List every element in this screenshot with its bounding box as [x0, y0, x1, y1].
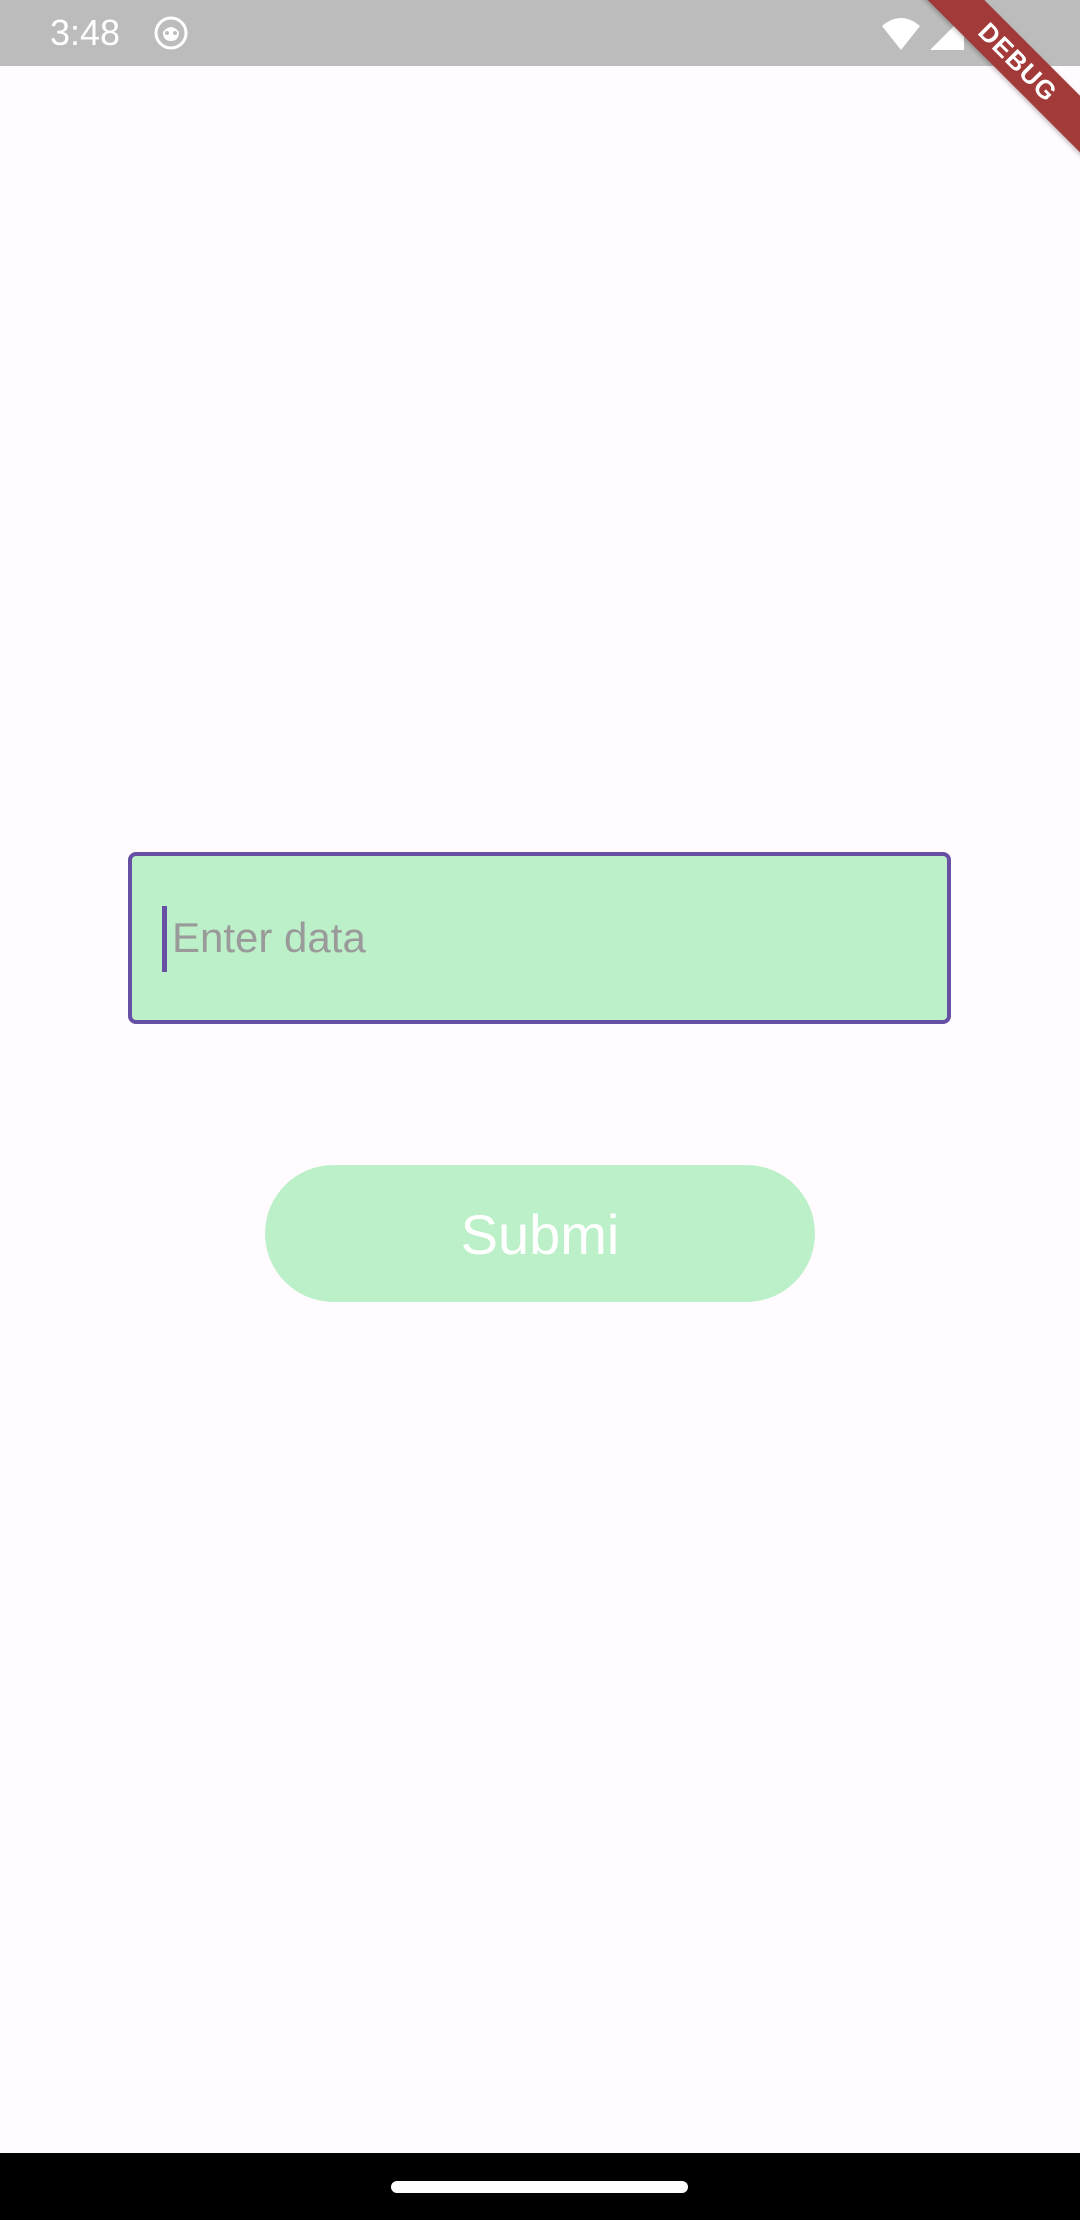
submit-button[interactable]: Submi	[265, 1165, 815, 1302]
signal-icon	[930, 16, 964, 50]
status-bar: 3:48	[0, 0, 1080, 66]
data-input[interactable]	[162, 856, 912, 1020]
app-notification-icon	[154, 16, 188, 50]
data-input-field[interactable]	[128, 852, 951, 1024]
wifi-icon	[882, 18, 920, 50]
battery-icon	[981, 14, 1001, 52]
status-time: 3:48	[50, 12, 121, 53]
text-cursor	[162, 906, 167, 972]
home-indicator[interactable]	[391, 2181, 688, 2193]
